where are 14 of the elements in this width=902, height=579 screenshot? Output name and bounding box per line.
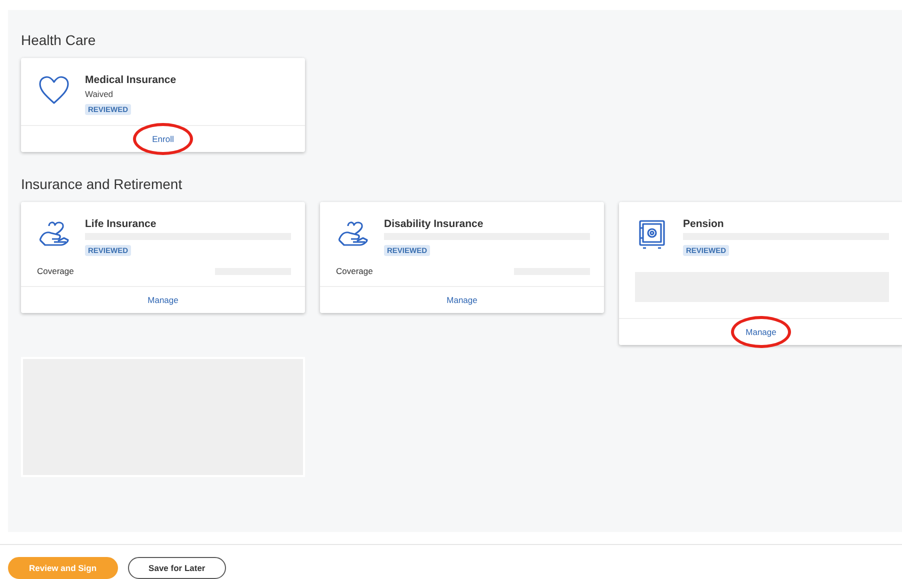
card-action-link[interactable]: Enroll [152,134,174,144]
card-title: Disability Insurance [384,218,484,230]
card-title: Pension [683,218,725,230]
card-action-link[interactable]: Manage [148,295,178,305]
section-title: Health Care [21,32,97,48]
section-title: Insurance and Retirement [21,176,184,192]
card-title: Medical Insurance [85,74,178,86]
card-action-link[interactable]: Manage [446,295,478,305]
card-status: Waived [85,89,114,99]
coverage-label: Coverage [37,266,74,276]
coverage-label: Coverage [336,266,373,276]
save-button[interactable]: Save for Later [128,557,226,579]
card-action-link[interactable]: Manage [746,327,776,337]
card-title: Life Insurance [85,218,158,230]
